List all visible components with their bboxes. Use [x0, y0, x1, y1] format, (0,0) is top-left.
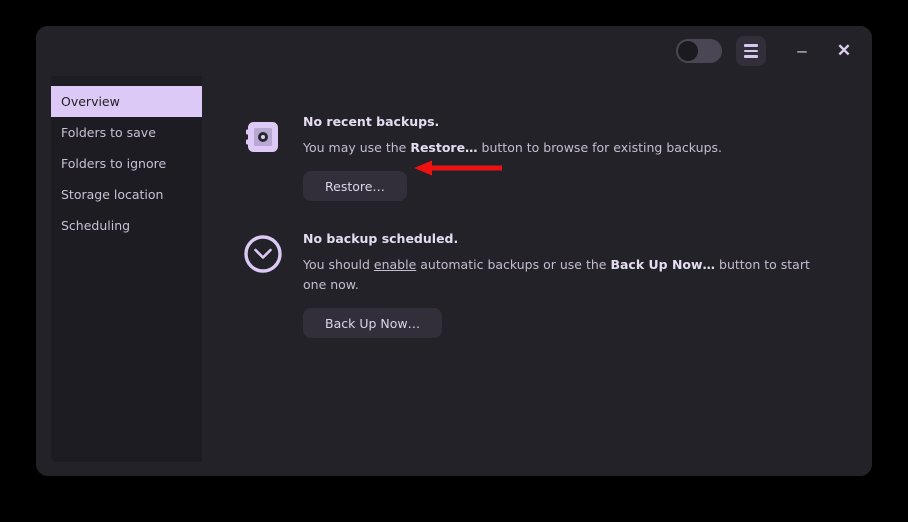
sidebar-item-storage-location[interactable]: Storage location: [51, 179, 202, 210]
desc-pre: You should: [303, 257, 374, 273]
sidebar-item-scheduling[interactable]: Scheduling: [51, 210, 202, 241]
enable-link[interactable]: enable: [374, 257, 416, 272]
sidebar-item-label: Scheduling: [61, 218, 131, 233]
sidebar-item-overview[interactable]: Overview: [51, 86, 202, 117]
desc-bold: Back Up Now…: [610, 257, 716, 273]
power-toggle[interactable]: [676, 39, 722, 63]
app-window: – ✕ Overview Folders to save Folders to …: [36, 26, 872, 476]
sidebar-item-label: Folders to save: [61, 125, 156, 140]
desc-bold: Restore…: [410, 140, 478, 155]
content-area: No recent backups. You may use the Resto…: [202, 76, 872, 476]
section-title: No recent backups.: [303, 114, 440, 129]
section-backup-schedule: No backup scheduled. You should enable a…: [239, 231, 872, 339]
restore-button[interactable]: Restore…: [303, 171, 407, 202]
hamburger-bar-2: [744, 49, 758, 53]
close-icon[interactable]: ✕: [830, 37, 858, 65]
back-up-now-button[interactable]: Back Up Now…: [303, 308, 443, 339]
screen: – ✕ Overview Folders to save Folders to …: [0, 0, 908, 522]
sidebar-item-folders-to-ignore[interactable]: Folders to ignore: [51, 148, 202, 179]
hamburger-menu-icon[interactable]: [736, 36, 766, 66]
hamburger-bar-3: [744, 55, 758, 58]
section-body: No backup scheduled. You should enable a…: [287, 231, 811, 339]
titlebar: – ✕: [36, 26, 872, 76]
sidebar-item-folders-to-save[interactable]: Folders to save: [51, 117, 202, 148]
desc-post: button to browse for existing backups.: [477, 140, 722, 155]
sidebar-item-label: Overview: [61, 94, 120, 109]
section-title: No backup scheduled.: [303, 231, 459, 247]
section-description: You may use the Restore… button to brows…: [303, 138, 722, 157]
clock-icon: [239, 231, 287, 275]
section-recent-backups: No recent backups. You may use the Resto…: [239, 114, 872, 202]
toggle-knob: [678, 41, 698, 61]
minimize-icon[interactable]: –: [788, 37, 816, 65]
sidebar: Overview Folders to save Folders to igno…: [51, 76, 202, 462]
section-body: No recent backups. You may use the Resto…: [287, 114, 722, 202]
desc-mid: automatic backups or use the: [416, 257, 611, 273]
sidebar-item-label: Folders to ignore: [61, 156, 167, 171]
desc-pre: You may use the: [303, 140, 411, 155]
safe-icon: [239, 114, 287, 158]
section-description: You should enable automatic backups or u…: [303, 255, 811, 294]
hamburger-bar-1: [744, 44, 758, 47]
sidebar-item-label: Storage location: [61, 187, 164, 202]
